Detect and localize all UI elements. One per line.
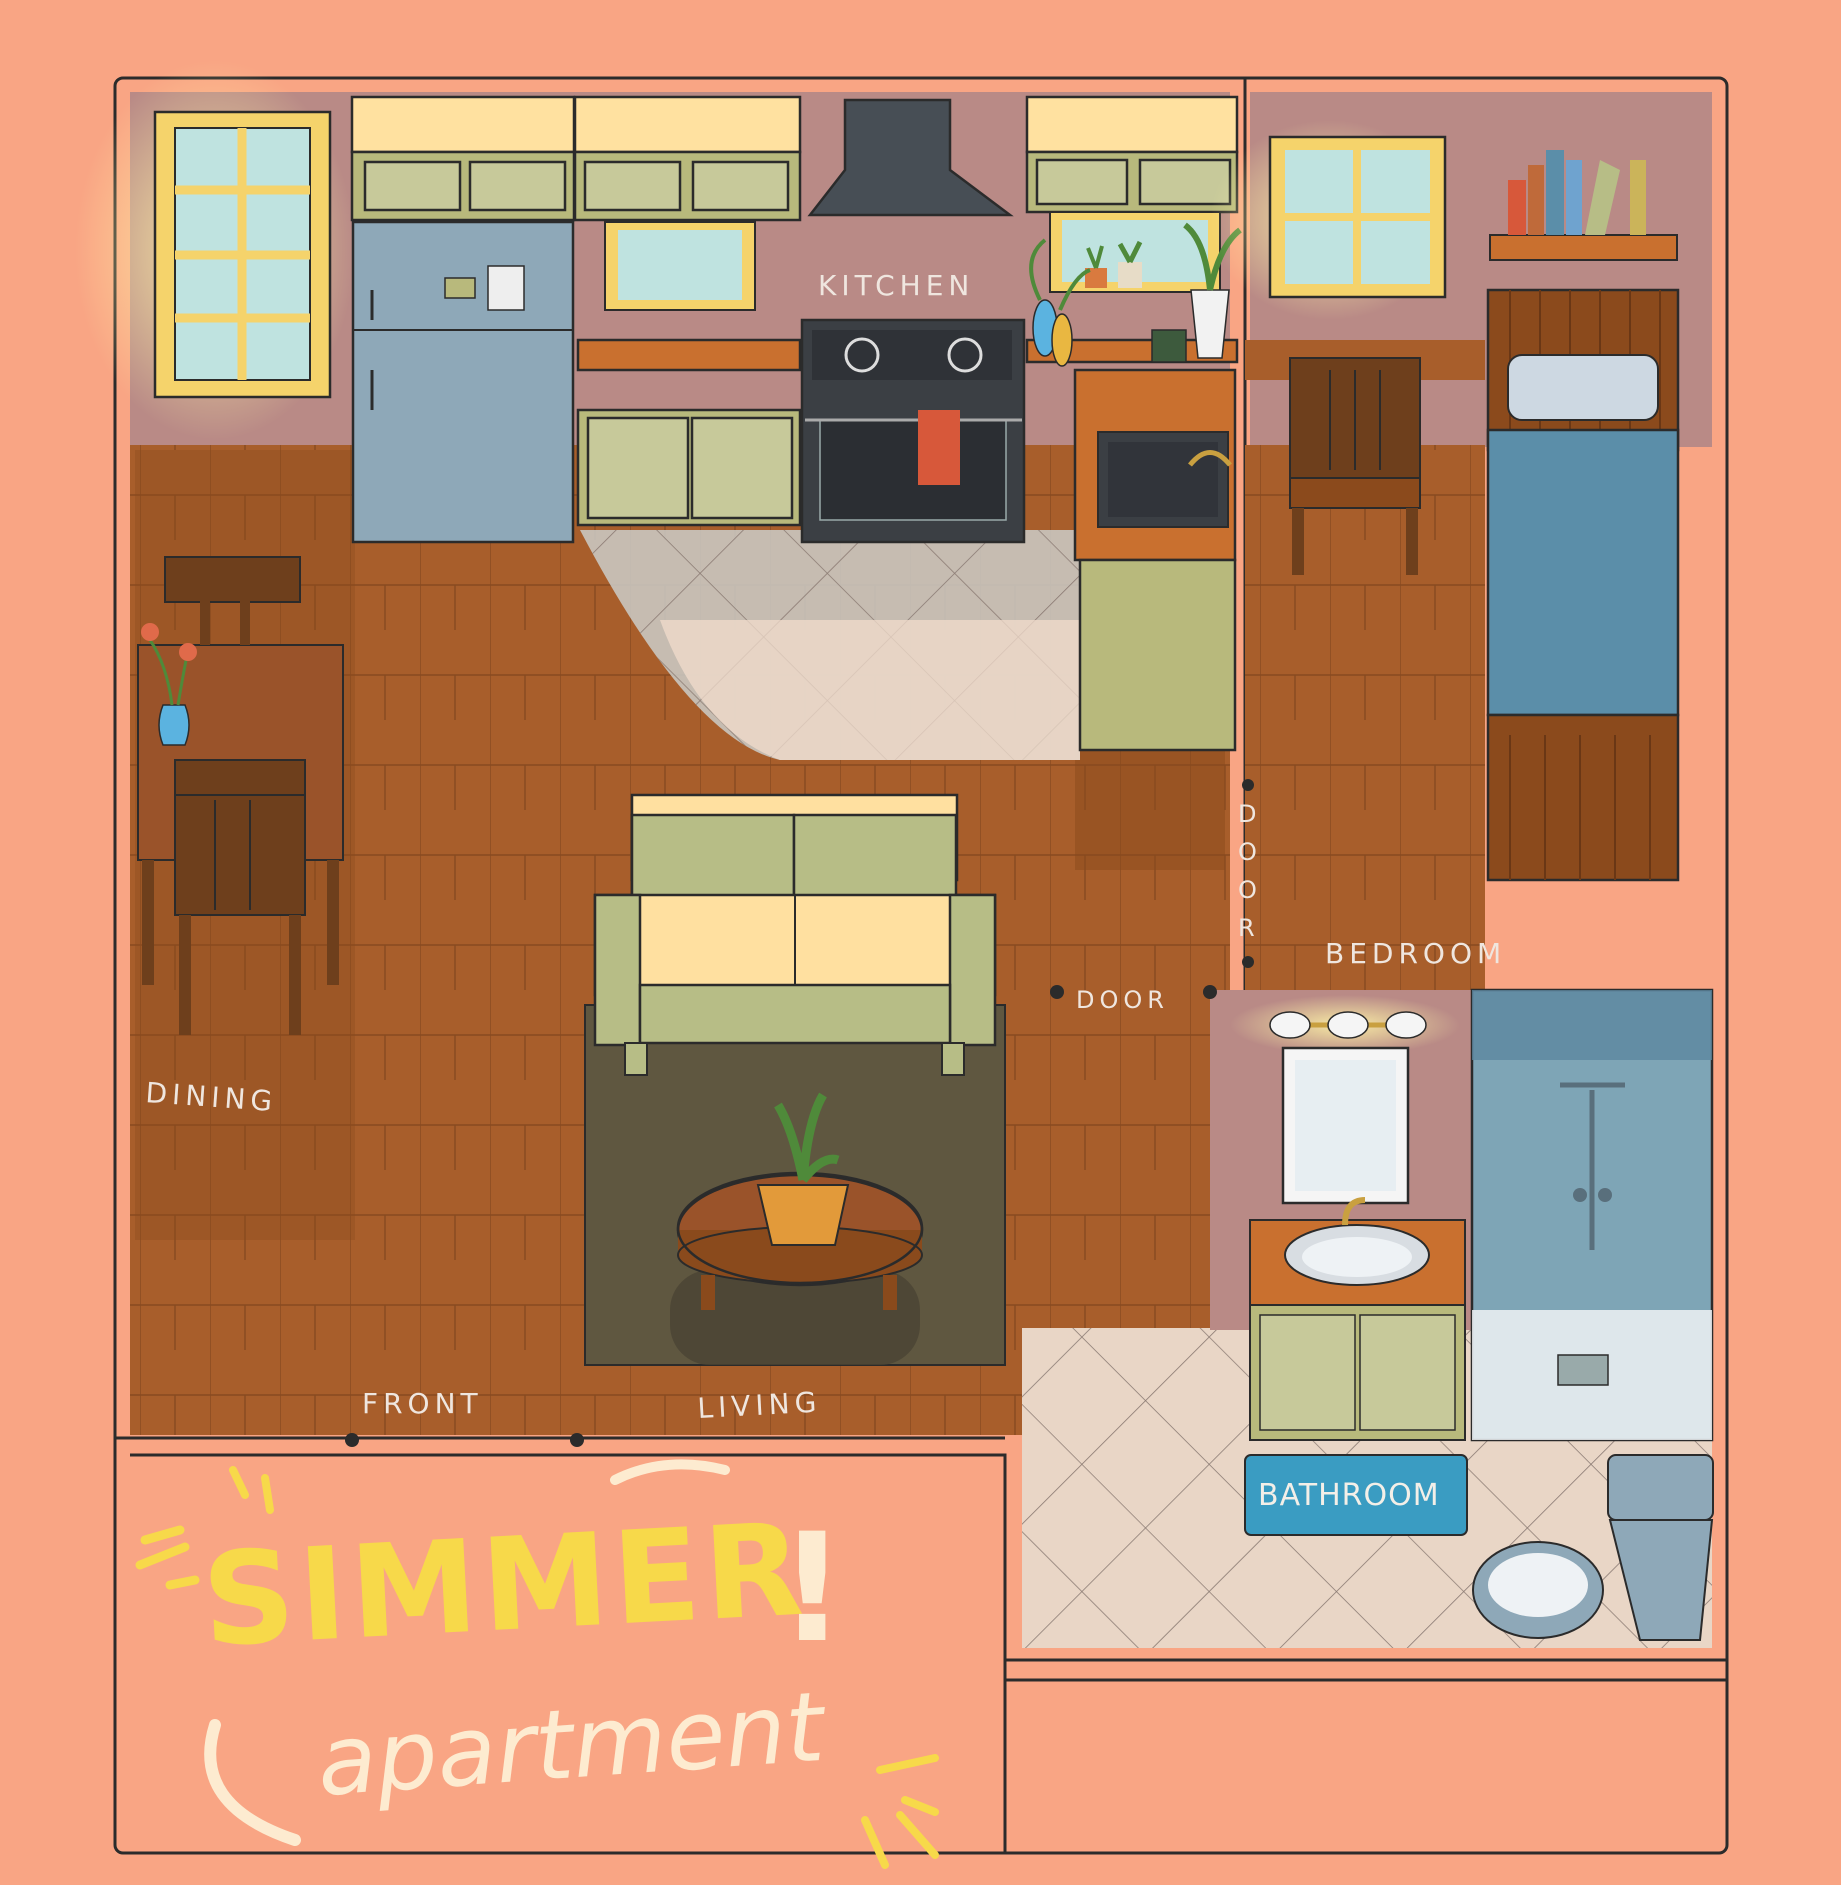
sofa-icon — [593, 793, 997, 1076]
light-fixture-icon — [1230, 995, 1460, 1055]
title-sub: apartment — [314, 1671, 831, 1818]
floor-plan-svg: KITCHEN DINING LIVING FRONT BEDROOM DOOR… — [75, 60, 1729, 1869]
bathroom-vanity-icon — [1249, 1197, 1466, 1441]
svg-text:R: R — [1238, 914, 1260, 942]
bed-icon — [1486, 288, 1680, 882]
svg-text:O: O — [1238, 876, 1262, 904]
floor-plan-illustration: KITCHEN DINING LIVING FRONT BEDROOM DOOR… — [0, 0, 1841, 1885]
kitchen-label: KITCHEN — [818, 269, 974, 302]
front-label: FRONT — [362, 1387, 483, 1420]
sink-icon — [1097, 431, 1232, 528]
bathroom-label: BATHROOM — [1258, 1478, 1440, 1513]
living-label: LIVING — [697, 1386, 822, 1425]
window-icon — [75, 60, 355, 440]
svg-text:O: O — [1238, 838, 1262, 866]
svg-text:D: D — [1238, 800, 1261, 828]
upper-cabinets — [350, 95, 1239, 222]
bedroom-label: BEDROOM — [1325, 937, 1506, 970]
shower-icon — [1470, 988, 1714, 1442]
title-block: SIMMER ! apartment — [135, 1459, 939, 1869]
window-icon — [1210, 120, 1450, 320]
window-icon — [604, 221, 756, 311]
mirror-icon — [1281, 1046, 1410, 1205]
title-main: SIMMER — [199, 1496, 811, 1676]
door-label-horizontal: DOOR — [1076, 986, 1169, 1014]
stove-icon — [800, 318, 1026, 544]
title-bang: ! — [778, 1502, 846, 1676]
fridge-icon — [351, 220, 575, 544]
